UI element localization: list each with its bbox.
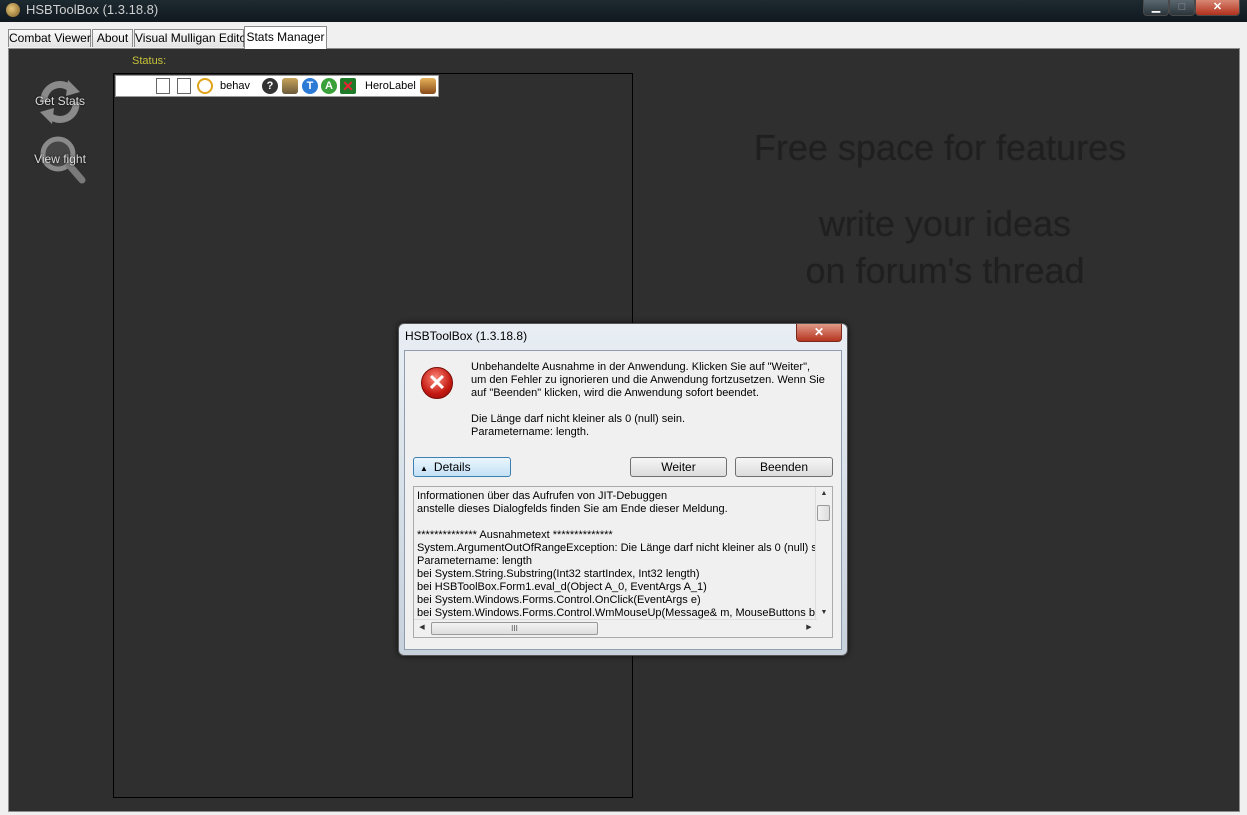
vertical-scroll-thumb[interactable] [817, 505, 830, 521]
error-dialog: HSBToolBox (1.3.18.8) ✕ ✕ Unbehandelte A… [398, 323, 848, 656]
message-line: um den Fehler zu ignorieren und die Anwe… [471, 374, 825, 386]
details-line: bei System.String.Substring(Int32 startI… [417, 568, 700, 580]
details-line: ************** Ausnahmetext ************… [417, 529, 613, 541]
scroll-up-icon[interactable]: ▲ [816, 487, 832, 501]
free-space-line-1: write your ideas [818, 203, 1072, 244]
error-icon: ✕ [421, 367, 453, 399]
details-line: bei System.Windows.Forms.Control.OnClick… [417, 594, 701, 606]
details-label: Details [433, 460, 471, 474]
a-icon[interactable]: A [321, 78, 337, 94]
tab-visual-mulligan-editor[interactable]: Visual Mulligan Editor [134, 29, 250, 47]
triangle-up-icon: ▲ [420, 464, 428, 473]
free-space-title: Free space for features [753, 127, 1127, 168]
details-line: Informationen über das Aufrufen von JIT-… [417, 490, 668, 502]
icon-strip: behav ? T A ✕ HeroLabel [115, 75, 439, 97]
title-bar [0, 0, 1247, 22]
tab-combat-viewer[interactable]: Combat Viewer [8, 29, 91, 47]
x-icon[interactable]: ✕ [340, 78, 356, 94]
scroll-left-icon[interactable]: ◀ [414, 621, 430, 635]
tab-about[interactable]: About [92, 29, 133, 47]
error-line: Die Länge darf nicht kleiner als 0 (null… [471, 413, 686, 425]
dialog-title: HSBToolBox (1.3.18.8) [405, 329, 528, 343]
horizontal-scroll-thumb[interactable]: III [431, 622, 598, 635]
error-line: Parametername: length. [471, 426, 590, 438]
details-line: System.ArgumentOutOfRangeException: Die … [417, 542, 833, 554]
t-icon[interactable]: T [302, 78, 318, 94]
details-button[interactable]: ▲ Details [413, 457, 511, 477]
details-textbox[interactable]: Informationen über das Aufrufen von JIT-… [413, 486, 833, 638]
close-icon: ✕ [813, 325, 825, 339]
beenden-button[interactable]: Beenden [735, 457, 833, 477]
app-icon [6, 3, 20, 17]
details-line: anstelle dieses Dialogfelds finden Sie a… [417, 503, 728, 515]
details-line: Parametername: length [417, 555, 532, 567]
page-lines-icon[interactable] [177, 78, 191, 94]
weiter-button[interactable]: Weiter [630, 457, 727, 477]
page-icon[interactable] [156, 78, 170, 94]
minimize-button[interactable]: ▁ [1143, 0, 1169, 16]
free-space-line-2: on forum's thread [805, 250, 1085, 291]
behav-label: behav [220, 80, 250, 92]
message-line: Unbehandelte Ausnahme in der Anwendung. … [471, 361, 811, 373]
clock-icon[interactable] [197, 78, 213, 94]
status-label: Status: [132, 55, 167, 67]
weapon-icon[interactable] [282, 78, 298, 94]
tab-stats-manager[interactable]: Stats Manager [244, 26, 327, 49]
view-fight-label: View fight [34, 152, 86, 166]
help-icon[interactable]: ? [262, 78, 278, 94]
dialog-body: ✕ Unbehandelte Ausnahme in der Anwendung… [404, 350, 842, 650]
get-stats-label: Get Stats [34, 94, 86, 108]
hero-icon[interactable] [420, 78, 436, 94]
vertical-scrollbar[interactable]: ▲ ▼ [815, 487, 832, 620]
maximize-button[interactable]: □ [1169, 0, 1195, 16]
hero-label: HeroLabel [365, 80, 416, 92]
scroll-right-icon[interactable]: ▶ [801, 621, 817, 635]
get-stats-button[interactable]: Get Stats [30, 74, 90, 130]
window-title: HSBToolBox (1.3.18.8) [26, 2, 159, 17]
dialog-close-button[interactable]: ✕ [796, 324, 842, 342]
details-line: bei HSBToolBox.Form1.eval_d(Object A_0, … [417, 581, 707, 593]
horizontal-scrollbar[interactable]: ◀ III ▶ [414, 619, 817, 637]
close-window-button[interactable]: ✕ [1195, 0, 1240, 16]
view-fight-button[interactable]: View fight [30, 132, 90, 188]
message-line: auf "Beenden" klicken, wird die Anwendun… [471, 387, 759, 399]
scroll-down-icon[interactable]: ▼ [816, 606, 832, 620]
